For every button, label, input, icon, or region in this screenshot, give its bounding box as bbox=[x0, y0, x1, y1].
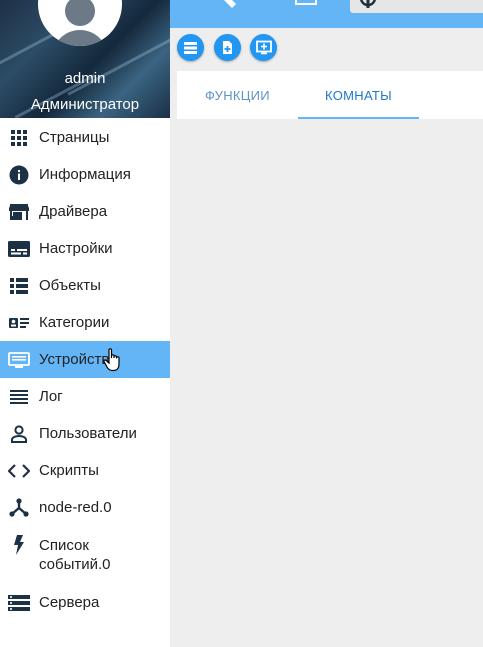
code-icon bbox=[8, 460, 30, 482]
sidebar-item-devices[interactable]: Устройства bbox=[0, 341, 170, 378]
sidebar-item-pages[interactable]: Страницы bbox=[0, 119, 170, 156]
sidebar-item-label: node-red.0 bbox=[39, 499, 112, 516]
sidebar-item-label: Список событий.0 bbox=[39, 537, 111, 573]
list-view-button[interactable] bbox=[177, 34, 204, 61]
sidebar-item-node-red[interactable]: node-red.0 bbox=[0, 489, 170, 526]
sidebar: admin Администратор Страницы Информация … bbox=[0, 0, 170, 647]
sidebar-item-label: Настройки bbox=[39, 240, 113, 257]
list-icon bbox=[184, 42, 197, 54]
sidebar-item-label: Страницы bbox=[39, 129, 110, 146]
sidebar-item-settings[interactable]: Настройки bbox=[0, 230, 170, 267]
sidebar-item-label: Сервера bbox=[39, 594, 100, 611]
add-file-button[interactable] bbox=[214, 34, 241, 61]
servers-icon bbox=[8, 592, 30, 614]
settings-card-icon bbox=[8, 238, 30, 260]
sidebar-item-label: Категории bbox=[39, 314, 110, 331]
tab-content-area bbox=[177, 119, 483, 647]
node-red-icon bbox=[8, 497, 30, 519]
tab-rooms[interactable]: КОМНАТЫ bbox=[298, 71, 419, 119]
user-panel: admin Администратор bbox=[0, 0, 170, 118]
toolbar bbox=[170, 28, 483, 66]
sidebar-item-scripts[interactable]: Скрипты bbox=[0, 452, 170, 489]
sidebar-menu: Страницы Информация Драйвера Настройки О… bbox=[0, 119, 170, 621]
devices-icon bbox=[8, 349, 30, 371]
grid-icon bbox=[8, 127, 30, 149]
sidebar-item-label: Объекты bbox=[39, 277, 101, 294]
sidebar-item-log[interactable]: Лог bbox=[0, 378, 170, 415]
edit-icon[interactable] bbox=[220, 0, 244, 10]
user-icon bbox=[8, 423, 30, 445]
sidebar-item-categories[interactable]: Категории bbox=[0, 304, 170, 341]
category-icon bbox=[8, 312, 30, 334]
search-field[interactable] bbox=[350, 0, 483, 13]
log-icon bbox=[8, 386, 30, 408]
sidebar-item-event-list[interactable]: Список событий.0 bbox=[0, 526, 170, 584]
sidebar-item-objects[interactable]: Объекты bbox=[0, 267, 170, 304]
info-icon bbox=[8, 164, 30, 186]
sidebar-item-drivers[interactable]: Драйвера bbox=[0, 193, 170, 230]
user-role: Администратор bbox=[30, 96, 140, 113]
sidebar-item-label: Пользователи bbox=[39, 425, 137, 442]
expert-mode-icon[interactable] bbox=[360, 0, 376, 10]
tab-functions[interactable]: ФУНКЦИИ bbox=[177, 71, 298, 119]
file-plus-icon bbox=[223, 41, 232, 54]
store-icon bbox=[8, 201, 30, 223]
add-screen-button[interactable] bbox=[250, 34, 277, 61]
sidebar-item-label: Лог bbox=[39, 388, 63, 405]
sidebar-item-label: Информация bbox=[39, 166, 131, 183]
top-app-bar bbox=[170, 0, 483, 28]
monitor-plus-icon bbox=[255, 40, 272, 55]
hand-cursor-icon bbox=[103, 348, 120, 372]
list-icon bbox=[8, 275, 30, 297]
sidebar-item-servers[interactable]: Сервера bbox=[0, 584, 170, 621]
sidebar-item-label: Скрипты bbox=[39, 462, 99, 479]
avatar[interactable] bbox=[38, 0, 122, 46]
sidebar-item-info[interactable]: Информация bbox=[0, 156, 170, 193]
window-icon[interactable] bbox=[294, 0, 318, 8]
sidebar-item-label: Драйвера bbox=[39, 203, 108, 220]
user-name: admin bbox=[64, 70, 106, 87]
tab-bar: ФУНКЦИИ КОМНАТЫ bbox=[177, 71, 483, 119]
sidebar-item-users[interactable]: Пользователи bbox=[0, 415, 170, 452]
bolt-icon bbox=[8, 534, 30, 556]
